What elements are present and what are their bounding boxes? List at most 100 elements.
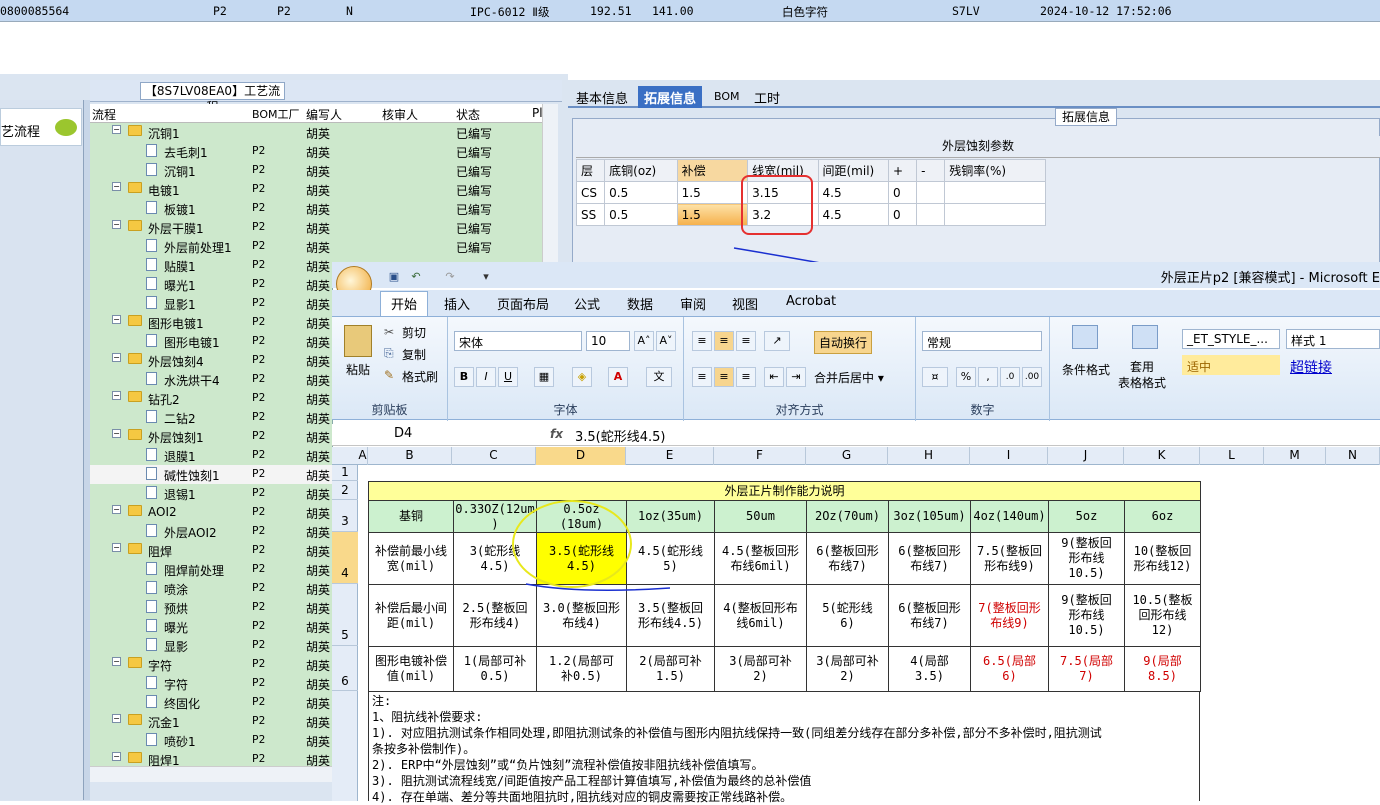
column-header[interactable]: G <box>806 447 888 465</box>
style-1-swatch[interactable]: 样式 1 <box>1286 329 1380 349</box>
data-cell[interactable]: 6(整板回形 布线7) <box>888 532 971 585</box>
collapse-icon[interactable]: − <box>112 220 121 229</box>
paste-icon[interactable] <box>344 325 372 357</box>
cell-minus[interactable] <box>916 181 946 204</box>
collapse-icon[interactable]: − <box>112 505 121 514</box>
collapse-icon[interactable]: − <box>112 543 121 552</box>
format-painter-button[interactable]: 格式刷 <box>402 368 438 385</box>
font-size-select[interactable]: 10 <box>586 331 630 351</box>
data-cell[interactable]: 3(局部可补 2) <box>806 646 889 692</box>
cell-base-copper[interactable]: 0.5 <box>604 203 678 226</box>
row-header[interactable]: 6 <box>332 646 358 691</box>
style-et-swatch[interactable]: _ET_STYLE_... <box>1182 329 1280 349</box>
col-header-reviewer[interactable]: 核审人 <box>382 106 418 123</box>
data-cell[interactable]: 7(整板回形 布线9) <box>970 584 1049 647</box>
cut-icon[interactable]: ✂ <box>384 325 394 339</box>
column-header[interactable]: I <box>970 447 1048 465</box>
data-cell[interactable]: 4(整板回形布 线6mil) <box>714 584 807 647</box>
collapse-icon[interactable]: − <box>112 429 121 438</box>
collapse-icon[interactable]: − <box>112 353 121 362</box>
fx-icon[interactable]: fx <box>550 427 563 441</box>
ribbon-tab-page-layout[interactable]: 页面布局 <box>497 294 549 313</box>
header-cell[interactable]: 4oz(140um) <box>970 500 1049 533</box>
customize-toolbar-icon[interactable]: ▾ <box>476 268 496 288</box>
header-cell[interactable]: 3oz(105um) <box>888 500 971 533</box>
column-header[interactable]: J <box>1048 447 1124 465</box>
wrap-text-button[interactable]: 自动换行 <box>814 331 873 354</box>
cut-button[interactable]: 剪切 <box>402 324 426 341</box>
undo-icon[interactable]: ↶ <box>406 268 426 288</box>
increase-decimal-icon[interactable]: .0 <box>1000 367 1020 387</box>
shrink-font-icon[interactable]: A˅ <box>656 331 676 351</box>
percent-icon[interactable]: % <box>956 367 976 387</box>
comma-icon[interactable]: , <box>978 367 998 387</box>
format-as-table-icon[interactable] <box>1132 325 1158 349</box>
data-cell[interactable]: 9(整板回 形布线 10.5) <box>1048 584 1125 647</box>
header-cell[interactable]: 2Oz(70um) <box>806 500 889 533</box>
collapse-icon[interactable]: − <box>112 657 121 666</box>
align-left-icon[interactable]: ≡ <box>692 367 712 387</box>
column-header[interactable]: N <box>1326 447 1380 465</box>
chat-bubble-icon[interactable] <box>55 119 77 136</box>
data-cell[interactable]: 补偿前最小线 宽(mil) <box>368 532 454 585</box>
data-cell[interactable]: 1(局部可补 0.5) <box>453 646 537 692</box>
align-top-icon[interactable]: ≡ <box>692 331 712 351</box>
grow-font-icon[interactable]: A˄ <box>634 331 654 351</box>
cell-layer[interactable]: SS <box>575 203 606 226</box>
column-header[interactable]: C <box>452 447 536 465</box>
data-cell[interactable]: 2(局部可补 1.5) <box>626 646 715 692</box>
ribbon-tab-home[interactable]: 开始 <box>380 291 429 317</box>
formula-input[interactable]: 3.5(蛇形线4.5) <box>575 426 666 445</box>
cell-compensation[interactable]: 1.5 <box>676 181 749 204</box>
data-cell[interactable]: 补偿后最小间 距(mil) <box>368 584 454 647</box>
cell-compensation-selected[interactable]: 1.5 <box>676 203 749 226</box>
column-header[interactable]: M <box>1264 447 1326 465</box>
cell-layer[interactable]: CS <box>575 181 606 204</box>
data-cell[interactable]: 5(蛇形线 6) <box>806 584 889 647</box>
cell-plus[interactable]: 0 <box>887 203 918 226</box>
data-cell[interactable]: 图形电镀补偿 值(mil) <box>368 646 454 692</box>
decrease-indent-icon[interactable]: ⇤ <box>764 367 784 387</box>
style-hyperlink-swatch[interactable]: 超链接 <box>1286 355 1380 376</box>
orientation-icon[interactable]: ↗ <box>764 331 790 351</box>
column-header[interactable]: B <box>368 447 452 465</box>
ribbon-tab-view[interactable]: 视图 <box>732 294 758 313</box>
column-header-selected[interactable]: D <box>536 447 626 465</box>
format-as-table-button[interactable]: 套用 表格格式 <box>1118 359 1166 391</box>
col-header-status[interactable]: 状态 <box>456 106 480 123</box>
save-icon[interactable]: ▣ <box>384 268 404 288</box>
collapse-icon[interactable]: − <box>112 714 121 723</box>
tab-bom[interactable]: BOM <box>708 88 746 110</box>
cell-spacing[interactable]: 4.5 <box>817 181 889 204</box>
underline-icon[interactable]: U <box>498 367 518 387</box>
cell-residual-copper[interactable] <box>944 181 1046 204</box>
data-cell[interactable]: 7.5(局部 7) <box>1048 646 1125 692</box>
ribbon-tab-formulas[interactable]: 公式 <box>574 294 600 313</box>
tree-group-row[interactable]: − 沉铜1 胡英 已编写 <box>90 123 542 142</box>
align-center-icon[interactable]: ≡ <box>714 367 734 387</box>
data-cell[interactable]: 10(整板回 形布线12) <box>1124 532 1201 585</box>
header-cell[interactable]: 6oz <box>1124 500 1201 533</box>
column-header[interactable]: E <box>626 447 714 465</box>
sheet-title-cell[interactable]: 外层正片制作能力说明 <box>368 481 1201 501</box>
conditional-format-button[interactable]: 条件格式 <box>1062 361 1110 378</box>
collapse-icon[interactable]: − <box>112 125 121 134</box>
ribbon-tab-insert[interactable]: 插入 <box>444 294 470 313</box>
increase-indent-icon[interactable]: ⇥ <box>786 367 806 387</box>
align-bottom-icon[interactable]: ≡ <box>736 331 756 351</box>
tree-step-row[interactable]: 板镀1 P2 胡英 已编写 <box>90 199 542 218</box>
column-header[interactable]: L <box>1200 447 1264 465</box>
tree-step-row[interactable]: 外层前处理1 P2 胡英 已编写 <box>90 237 542 256</box>
tab-basic-info[interactable]: 基本信息 <box>570 86 634 108</box>
tree-horizontal-scrollbar[interactable] <box>90 766 332 782</box>
font-color-icon[interactable]: A <box>608 367 628 387</box>
data-cell[interactable]: 4.5(整板回形 布线6mil) <box>714 532 807 585</box>
tree-group-row[interactable]: − 外层干膜1 P2 胡英 已编写 <box>90 218 542 237</box>
column-header[interactable]: F <box>714 447 806 465</box>
data-cell[interactable]: 3(局部可补 2) <box>714 646 807 692</box>
phonetic-icon[interactable]: 文 <box>646 367 672 387</box>
data-cell[interactable]: 4.5(蛇形线 5) <box>626 532 715 585</box>
format-painter-icon[interactable]: ✎ <box>384 368 394 382</box>
data-cell[interactable]: 6(整板回形 布线7) <box>806 532 889 585</box>
decrease-decimal-icon[interactable]: .00 <box>1022 367 1042 387</box>
